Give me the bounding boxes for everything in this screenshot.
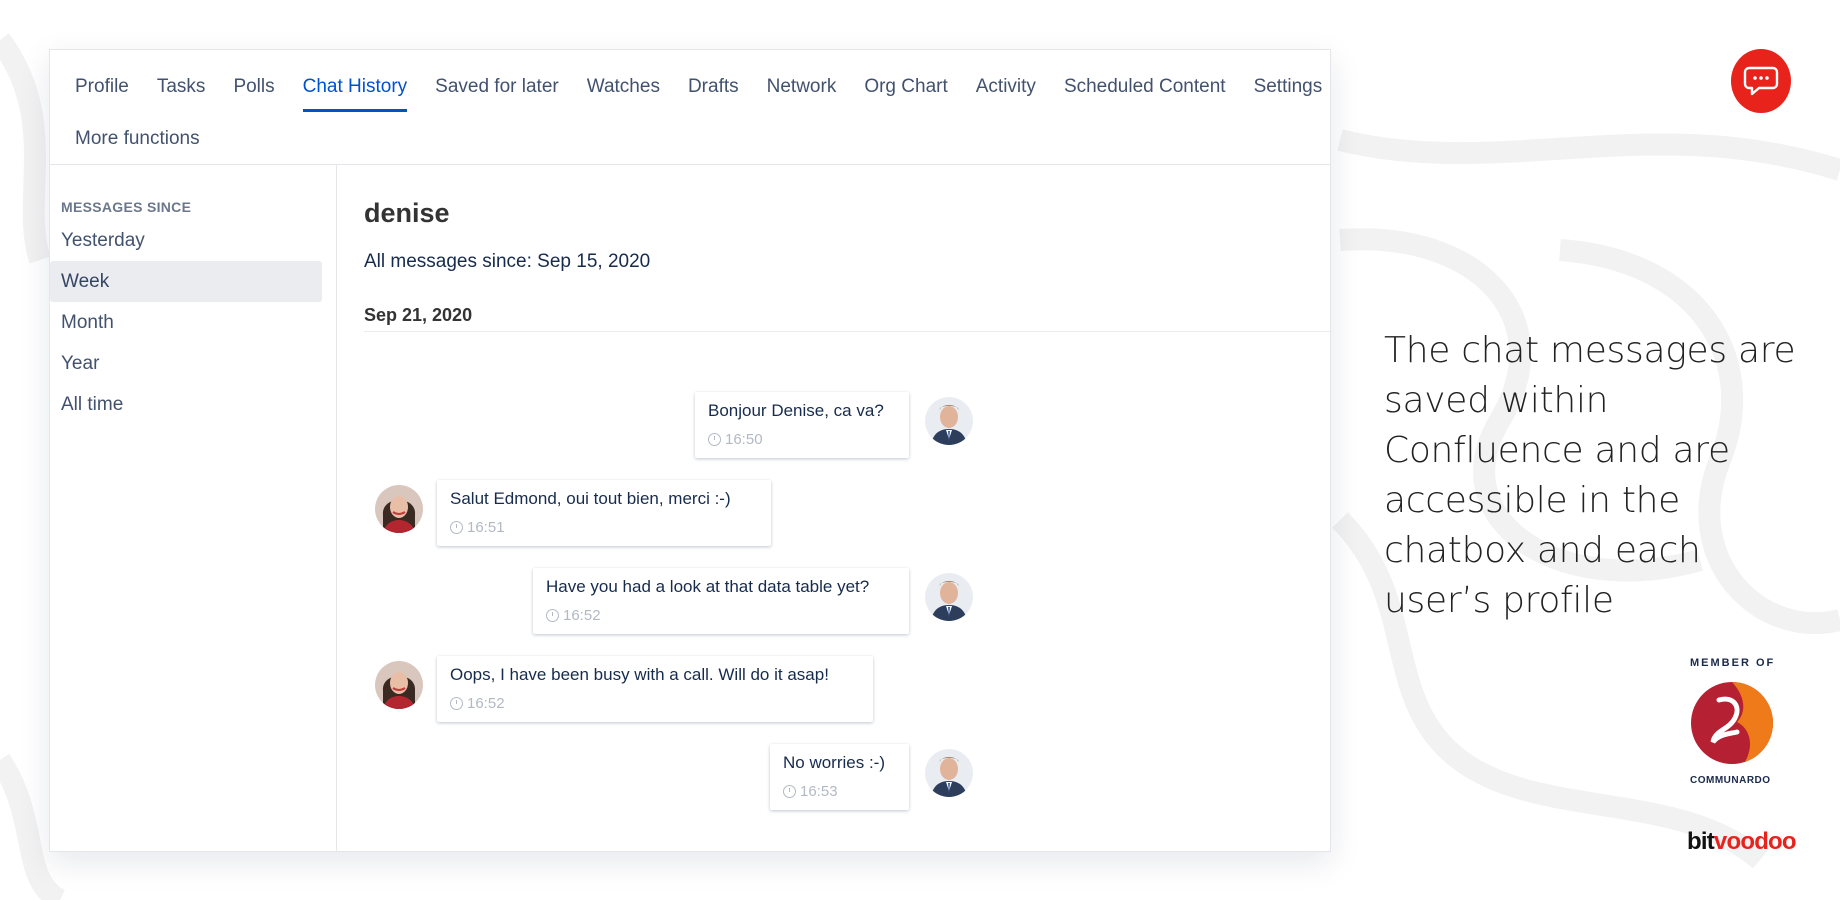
message-text: Have you had a look at that data table y… (546, 577, 870, 596)
bitvoodoo-logo-part2: voodoo (1713, 828, 1797, 855)
message-time-value: 16:52 (563, 607, 601, 624)
messages-since-sidebar: MESSAGES SINCE Yesterday Week Month Year… (50, 165, 337, 851)
profile-tabs: Profile Tasks Polls Chat History Saved f… (50, 50, 1330, 165)
clock-icon (450, 521, 463, 534)
message-text: No worries :-) (783, 753, 886, 772)
sidebar-item-all-time[interactable]: All time (50, 384, 322, 425)
avatar-edmond (925, 749, 973, 797)
chat-message: No worries :-) 16:53 (770, 744, 909, 810)
bitvoodoo-logo: bitvoodoo (1687, 828, 1797, 856)
tab-org-chart[interactable]: Org Chart (864, 76, 947, 112)
tab-tasks[interactable]: Tasks (157, 76, 206, 112)
sidebar-item-yesterday[interactable]: Yesterday (50, 220, 322, 261)
chat-history-panel: Profile Tasks Polls Chat History Saved f… (49, 49, 1331, 852)
tab-polls[interactable]: Polls (233, 76, 274, 112)
message-time-value: 16:50 (725, 431, 763, 448)
message-time-value: 16:51 (467, 519, 505, 536)
sidebar-item-month[interactable]: Month (50, 302, 322, 343)
chat-message: Salut Edmond, oui tout bien, merci :-) 1… (437, 480, 771, 546)
clock-icon (450, 697, 463, 710)
avatar-denise (375, 485, 423, 533)
sidebar-item-year[interactable]: Year (50, 343, 322, 384)
message-text: Oops, I have been busy with a call. Will… (450, 665, 829, 684)
tab-more-functions[interactable]: More functions (75, 128, 200, 160)
message-time: 16:52 (450, 695, 860, 712)
tab-drafts[interactable]: Drafts (688, 76, 739, 112)
sidebar-heading: MESSAGES SINCE (61, 199, 192, 215)
tab-chat-history[interactable]: Chat History (302, 76, 408, 112)
sidebar-item-week[interactable]: Week (50, 261, 322, 302)
tab-activity[interactable]: Activity (976, 76, 1036, 112)
message-text: Salut Edmond, oui tout bien, merci :-) (450, 489, 731, 508)
clock-icon (546, 609, 559, 622)
member-of-label: MEMBER OF (1690, 657, 1776, 669)
promo-text: The chat messages are saved within Confl… (1384, 330, 1796, 621)
avatar-edmond (925, 397, 973, 445)
tab-scheduled-content[interactable]: Scheduled Content (1064, 76, 1226, 112)
message-time: 16:53 (783, 783, 896, 800)
tabs-row: Profile Tasks Polls Chat History Saved f… (75, 76, 1330, 112)
chat-partner-name: denise (364, 198, 450, 228)
clock-icon (708, 433, 721, 446)
date-divider (364, 331, 1330, 332)
avatar-edmond (925, 573, 973, 621)
tab-saved-for-later[interactable]: Saved for later (435, 76, 559, 112)
chat-button[interactable] (1731, 49, 1791, 113)
tab-settings[interactable]: Settings (1254, 76, 1323, 112)
communardo-logo-icon (1691, 682, 1774, 764)
tab-watches[interactable]: Watches (587, 76, 660, 112)
tab-profile[interactable]: Profile (75, 76, 129, 112)
message-time: 16:50 (708, 431, 896, 448)
tab-network[interactable]: Network (767, 76, 837, 112)
message-time-value: 16:53 (800, 783, 838, 800)
bitvoodoo-logo-part1: bit (1687, 828, 1715, 855)
chat-message: Have you had a look at that data table y… (533, 568, 909, 634)
chat-message: Oops, I have been busy with a call. Will… (437, 656, 873, 722)
message-time: 16:51 (450, 519, 758, 536)
clock-icon (783, 785, 796, 798)
chat-content: denise All messages since: Sep 15, 2020 … (338, 165, 1330, 851)
message-time-value: 16:52 (467, 695, 505, 712)
sidebar-list: Yesterday Week Month Year All time (50, 220, 322, 425)
message-text: Bonjour Denise, ca va? (708, 401, 884, 420)
chat-bubble-icon (1743, 66, 1779, 96)
message-time: 16:52 (546, 607, 896, 624)
avatar-denise (375, 661, 423, 709)
communardo-label: COMMUNARDO (1690, 775, 1771, 786)
date-header: Sep 21, 2020 (364, 305, 473, 325)
messages-since-text: All messages since: Sep 15, 2020 (364, 251, 651, 272)
chat-message: Bonjour Denise, ca va? 16:50 (695, 392, 909, 458)
